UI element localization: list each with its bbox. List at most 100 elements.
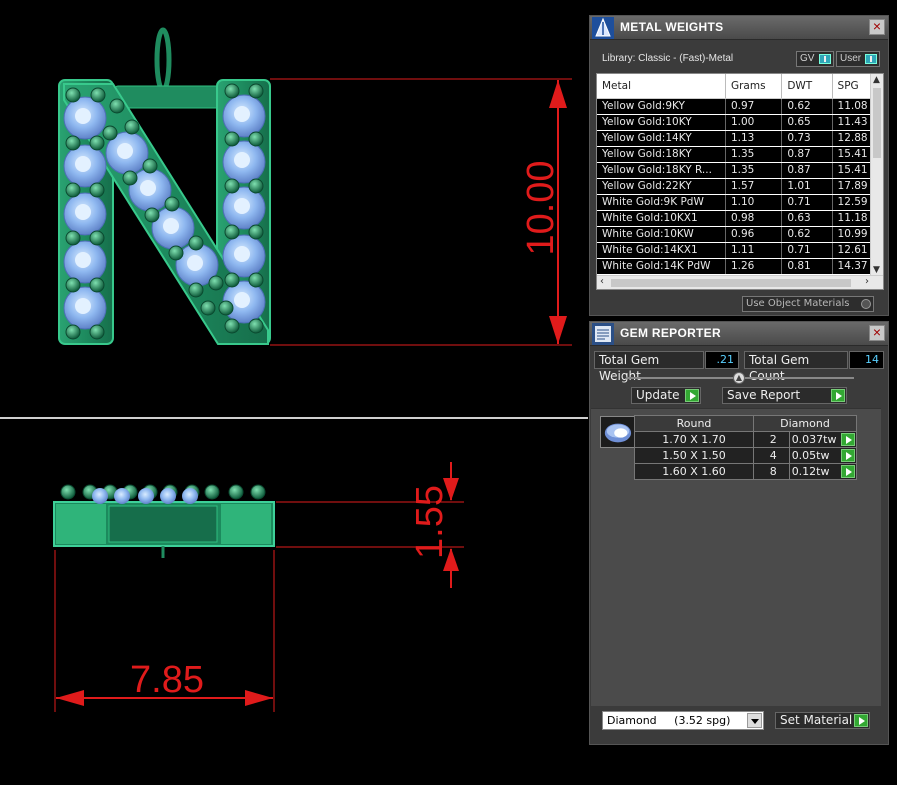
prong-bead: [248, 318, 264, 334]
gem-report-area: Round Diamond 1.70 X 1.70 2 0.037tw 1.50 X …: [591, 408, 881, 706]
prong-bead: [224, 224, 240, 240]
prong-bead: [188, 235, 204, 251]
table-row[interactable]: White Gold:10KW 0.96 0.62 10.99: [597, 226, 883, 243]
table-row[interactable]: Yellow Gold:9KY 0.97 0.62 11.08: [597, 98, 883, 115]
col-header-dwt[interactable]: DWT: [781, 74, 833, 99]
scroll-right-icon[interactable]: ›: [865, 276, 869, 287]
prong-bead: [89, 135, 105, 151]
gem-row[interactable]: 1.70 X 1.70 2 0.037tw: [634, 431, 858, 448]
gem-stone: [92, 488, 108, 504]
gem-row[interactable]: 1.60 X 1.60 8 0.12tw: [634, 463, 858, 480]
chevron-down-icon[interactable]: [747, 713, 762, 728]
metal-table: Metal Grams DWT SPG Yellow Gold:9KY 0.97 0…: [597, 74, 883, 275]
prong-bead: [142, 158, 158, 174]
gem-stone: [160, 488, 176, 504]
prong-bead: [208, 275, 224, 291]
prong-bead: [224, 318, 240, 334]
table-row[interactable]: Yellow Gold:10KY 1.00 0.65 11.43: [597, 114, 883, 131]
round-diamond-icon: [600, 416, 635, 448]
use-object-materials-toggle[interactable]: Use Object Materials: [742, 296, 874, 312]
metal-table-container[interactable]: Metal Grams DWT SPG Yellow Gold:9KY 0.97 0…: [596, 73, 884, 290]
gem-stone: [138, 488, 154, 504]
table-cell: 1.35: [725, 162, 783, 179]
gem-table: Round Diamond 1.70 X 1.70 2 0.037tw 1.50 X …: [634, 415, 858, 480]
metal-weights-icon: [592, 17, 614, 39]
gem-reporter-titlebar[interactable]: GEM REPORTER ×: [590, 322, 888, 346]
prong-bead: [204, 484, 220, 500]
table-cell: White Gold:9K PdW: [597, 194, 726, 211]
table-cell: 1.01: [781, 178, 833, 195]
play-icon[interactable]: [841, 465, 855, 478]
gem-highlight: [75, 252, 91, 268]
col-header-material: Diamond: [753, 415, 857, 432]
gem-highlight: [75, 204, 91, 220]
col-header-grams[interactable]: Grams: [725, 74, 783, 99]
table-cell: 0.62: [781, 98, 833, 115]
play-icon[interactable]: [841, 449, 855, 462]
total-gem-count-value: 14: [849, 351, 884, 369]
metal-weights-title: METAL WEIGHTS: [620, 20, 724, 34]
table-cell: 1.13: [725, 130, 783, 147]
viewport-canvas: 10.00 1.55 7.85: [0, 27, 588, 712]
col-header-shape: Round: [634, 415, 754, 432]
table-cell: Yellow Gold:9KY: [597, 98, 726, 115]
play-icon[interactable]: [841, 433, 855, 446]
update-button[interactable]: Update: [631, 387, 701, 404]
table-row[interactable]: White Gold:9K PdW 1.10 0.71 12.59: [597, 194, 883, 211]
gem-size: 1.70 X 1.70: [634, 431, 754, 448]
gem-highlight: [234, 152, 250, 168]
table-cell: 0.87: [781, 162, 833, 179]
material-select[interactable]: Diamond (3.52 spg): [602, 711, 764, 730]
gem-count: 8: [753, 463, 790, 480]
prong-bead: [60, 484, 76, 500]
prong-bead: [89, 182, 105, 198]
gem-stones: [63, 94, 266, 330]
bail-bar: [114, 85, 224, 109]
prong-bead: [248, 83, 264, 99]
table-cell: White Gold:14KX1: [597, 242, 726, 259]
dimension-1-55-label: 1.55: [409, 485, 451, 559]
prong-bead: [224, 83, 240, 99]
cad-viewport[interactable]: 10.00 1.55 7.85: [0, 0, 588, 785]
scroll-left-icon[interactable]: ‹: [600, 276, 604, 287]
library-label: Library: Classic - (Fast)-Metal: [602, 53, 734, 64]
collapse-icon[interactable]: ▲: [733, 372, 745, 384]
gv-toggle[interactable]: GV: [796, 51, 834, 67]
table-row[interactable]: White Gold:14K PdW 1.26 0.81 14.37: [597, 258, 883, 275]
scroll-thumb[interactable]: [873, 88, 881, 158]
scroll-down-icon[interactable]: ▼: [873, 265, 880, 275]
dimension-7-85-label: 7.85: [130, 659, 204, 701]
table-row[interactable]: Yellow Gold:14KY 1.13 0.73 12.88: [597, 130, 883, 147]
pendant-side-view: [53, 484, 275, 558]
vertical-scrollbar[interactable]: ▲ ▼: [870, 74, 883, 276]
table-row[interactable]: White Gold:14KX1 1.11 0.71 12.61: [597, 242, 883, 259]
close-icon[interactable]: ×: [869, 325, 885, 341]
scroll-thumb[interactable]: [611, 279, 851, 287]
set-material-button[interactable]: Set Material: [775, 712, 870, 729]
metal-weights-titlebar[interactable]: METAL WEIGHTS ×: [590, 16, 888, 40]
gem-row[interactable]: 1.50 X 1.50 4 0.05tw: [634, 447, 858, 464]
close-icon[interactable]: ×: [869, 19, 885, 35]
table-cell: 0.63: [781, 210, 833, 227]
table-cell: White Gold:10KX1: [597, 210, 726, 227]
table-row[interactable]: Yellow Gold:18KY R... 1.35 0.87 15.41: [597, 162, 883, 179]
table-row[interactable]: White Gold:10KX1 0.98 0.63 11.18: [597, 210, 883, 227]
table-row[interactable]: Yellow Gold:22KY 1.57 1.01 17.89: [597, 178, 883, 195]
prong-bead: [89, 324, 105, 340]
user-toggle[interactable]: User: [836, 51, 880, 67]
horizontal-scrollbar[interactable]: ‹ ›: [597, 275, 883, 289]
prong-bead: [65, 182, 81, 198]
save-report-button[interactable]: Save Report: [722, 387, 847, 404]
set-material-label: Set Material: [780, 713, 853, 727]
gem-weight: 0.05tw: [788, 447, 858, 464]
table-row[interactable]: Yellow Gold:18KY 1.35 0.87 15.41: [597, 146, 883, 163]
scroll-up-icon[interactable]: ▲: [873, 75, 880, 85]
prong-bead: [89, 230, 105, 246]
col-header-metal[interactable]: Metal: [597, 74, 726, 99]
table-cell: 0.81: [781, 258, 833, 275]
material-select-value: Diamond (3.52 spg): [607, 714, 731, 727]
prong-bead: [188, 282, 204, 298]
prong-bead: [224, 272, 240, 288]
update-label: Update: [636, 388, 680, 402]
prong-bead: [228, 484, 244, 500]
